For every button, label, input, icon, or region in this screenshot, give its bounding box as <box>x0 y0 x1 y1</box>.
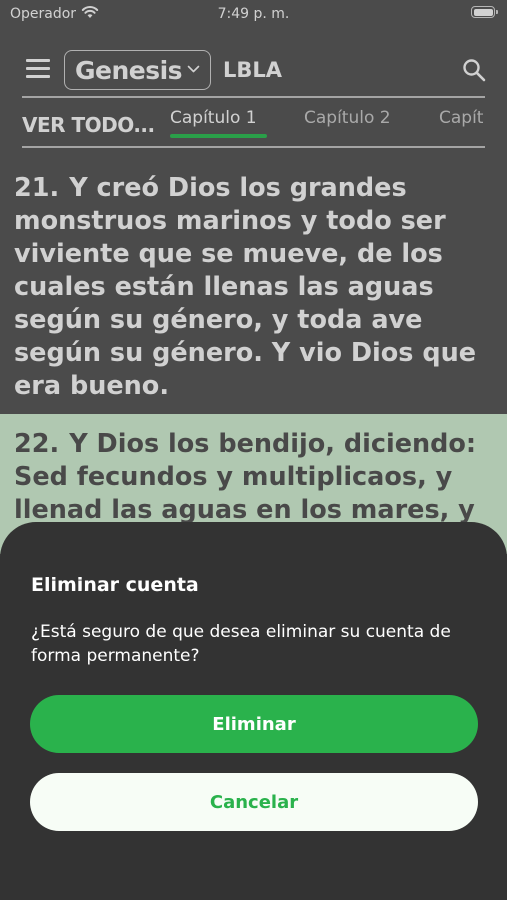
delete-account-sheet: Eliminar cuenta ¿Está seguro de que dese… <box>0 522 507 900</box>
cancel-button[interactable]: Cancelar <box>30 773 478 831</box>
delete-button[interactable]: Eliminar <box>30 695 478 753</box>
dialog-title: Eliminar cuenta <box>31 574 199 596</box>
dialog-message: ¿Está seguro de que desea eliminar su cu… <box>31 622 451 666</box>
